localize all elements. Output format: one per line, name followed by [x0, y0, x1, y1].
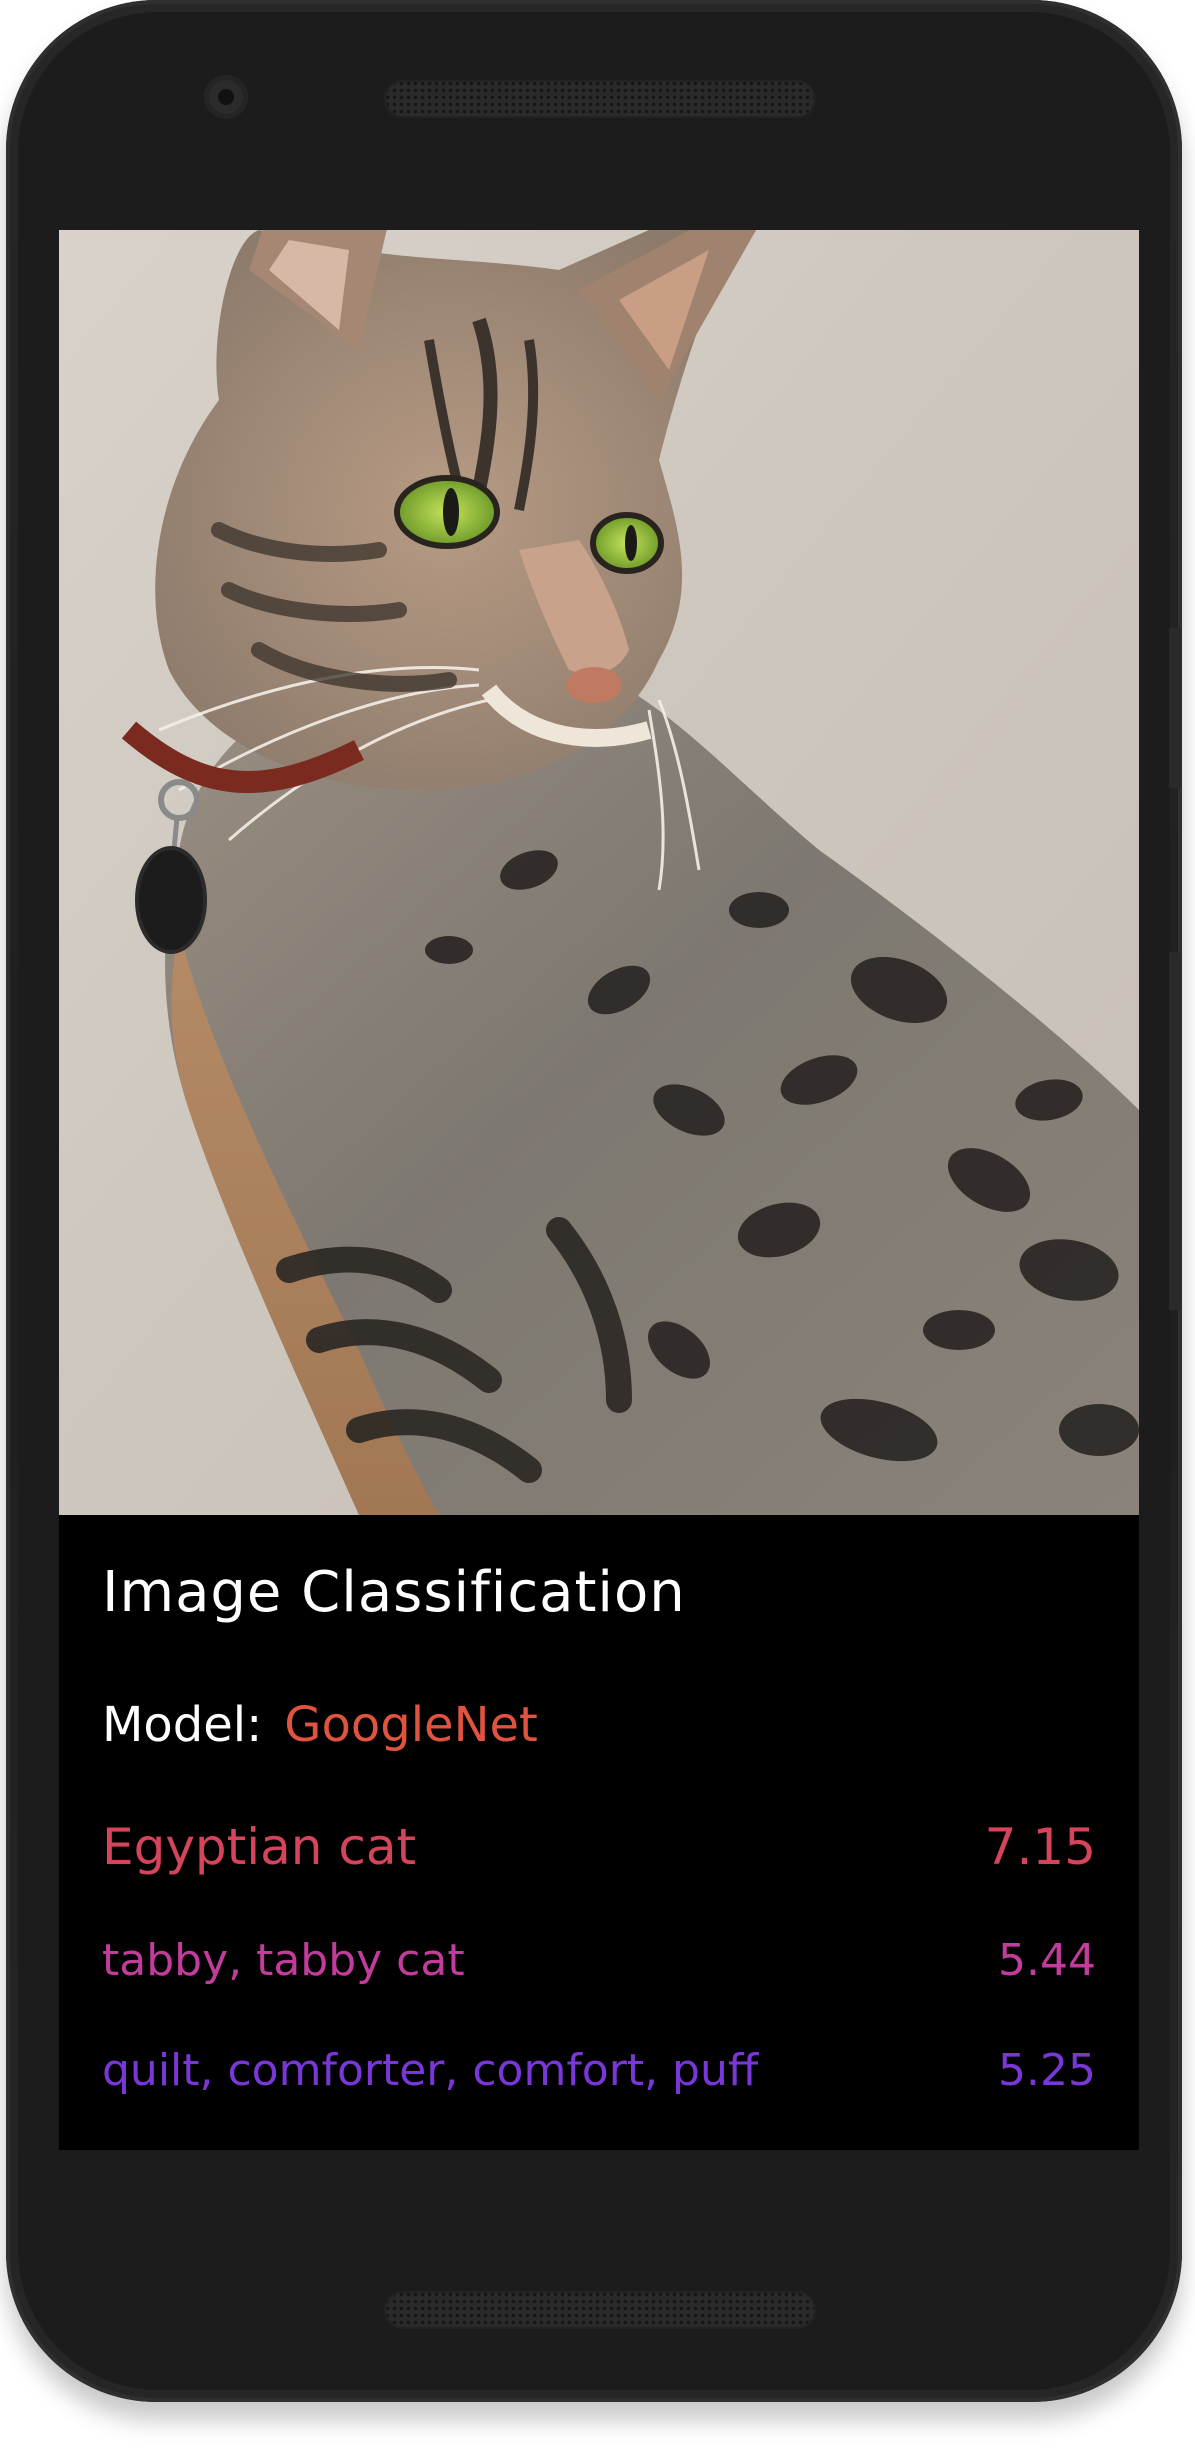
model-name[interactable]: GoogleNet [284, 1697, 538, 1753]
earpiece-speaker [384, 80, 816, 118]
results-panel: Image Classification Model: GoogleNet Egy… [59, 1515, 1139, 2150]
model-label: Model: [102, 1697, 263, 1753]
result-label: quilt, comforter, comfort, puff [102, 2045, 759, 2096]
cat-photo [59, 230, 1139, 1515]
result-row-1: Egyptian cat 7.15 [102, 1818, 1096, 1888]
front-camera-icon [204, 75, 248, 119]
bottom-speaker [384, 2291, 816, 2329]
power-button [1169, 628, 1182, 788]
result-score: 7.15 [984, 1818, 1096, 1876]
page-title: Image Classification [102, 1560, 686, 1625]
result-score: 5.44 [998, 1935, 1096, 1986]
camera-preview [59, 230, 1139, 1515]
phone-frame: Image Classification Model: GoogleNet Egy… [6, 0, 1182, 2402]
volume-button [1169, 952, 1182, 1310]
result-label: tabby, tabby cat [102, 1935, 465, 1986]
result-score: 5.25 [998, 2045, 1096, 2096]
result-row-2: tabby, tabby cat 5.44 [102, 1935, 1096, 2005]
model-row: Model: GoogleNet [102, 1697, 538, 1753]
app-screen: Image Classification Model: GoogleNet Egy… [59, 230, 1139, 2150]
result-label: Egyptian cat [102, 1818, 417, 1876]
result-row-3: quilt, comforter, comfort, puff 5.25 [102, 2045, 1096, 2115]
